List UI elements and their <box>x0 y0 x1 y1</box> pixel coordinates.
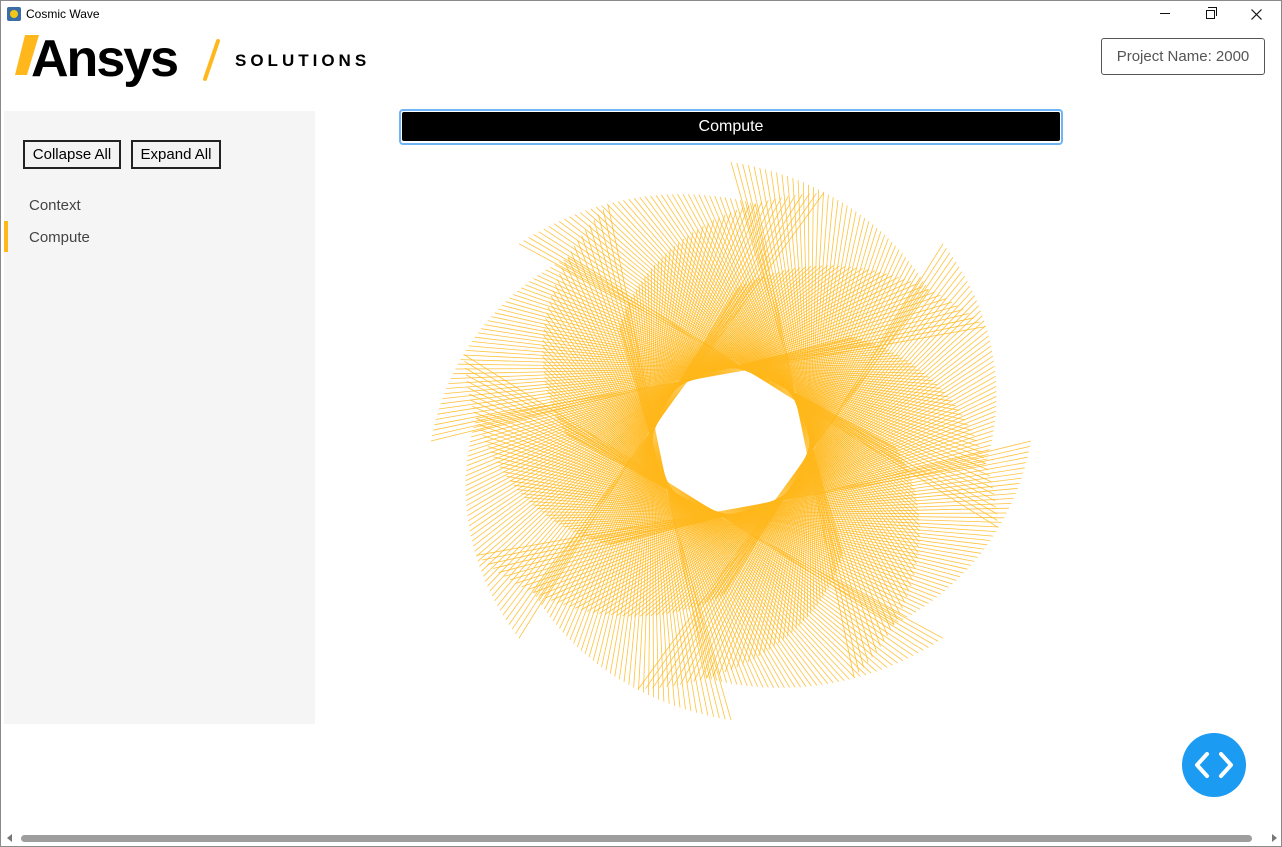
restore-icon <box>1205 6 1217 19</box>
scroll-right-arrow-icon[interactable] <box>1272 834 1277 842</box>
active-item-indicator <box>4 221 8 252</box>
restore-button[interactable] <box>1187 1 1233 27</box>
expand-all-button[interactable]: Expand All <box>131 140 221 169</box>
collapse-all-button[interactable]: Collapse All <box>23 140 121 169</box>
scrollbar-thumb[interactable] <box>21 835 1252 842</box>
brand-logo: Ansys <box>31 30 179 88</box>
minimize-button[interactable] <box>1142 1 1188 27</box>
sidebar-item-compute[interactable]: Compute <box>29 229 90 246</box>
scroll-left-arrow-icon[interactable] <box>7 834 12 842</box>
brand-divider <box>203 39 220 81</box>
window-title: Cosmic Wave <box>26 7 100 21</box>
horizontal-scrollbar[interactable] <box>2 830 1281 846</box>
title-bar: Cosmic Wave <box>1 1 1281 27</box>
code-view-button[interactable] <box>1182 733 1246 797</box>
close-button[interactable] <box>1233 1 1279 27</box>
app-window: Cosmic Wave Ansys SOLUTIONS Project Name… <box>0 0 1282 847</box>
compute-button[interactable]: Compute <box>402 112 1060 141</box>
cosmic-wave-plot <box>430 161 1032 721</box>
project-name-field[interactable]: Project Name: 2000 <box>1101 38 1265 75</box>
brand-solutions: SOLUTIONS <box>235 51 371 70</box>
app-icon <box>7 7 21 21</box>
sidebar: Collapse All Expand All Context Compute <box>4 111 315 724</box>
close-icon <box>1250 8 1262 20</box>
sidebar-item-context[interactable]: Context <box>29 197 81 214</box>
code-brackets-icon <box>1195 752 1233 778</box>
wave-chords <box>430 161 1032 721</box>
minimize-icon <box>1160 12 1170 14</box>
